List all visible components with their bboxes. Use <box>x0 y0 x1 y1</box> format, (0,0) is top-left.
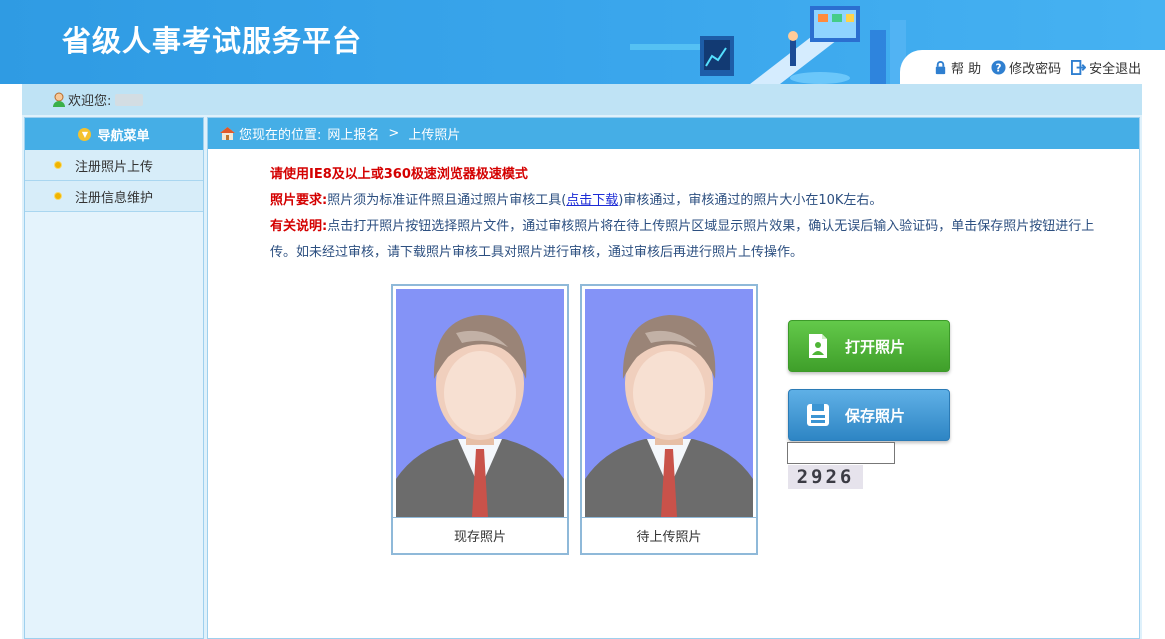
exit-icon <box>1071 59 1087 75</box>
question-icon: ? <box>991 59 1006 75</box>
pending-photo-box: 待上传照片 <box>580 284 758 555</box>
usage-notes: 有关说明:点击打开照片按钮选择照片文件，通过审核照片将在待上传照片区域显示照片效… <box>270 214 1120 266</box>
breadcrumb-separator: > <box>388 126 400 141</box>
sidebar-item-label: 注册信息维护 <box>75 190 154 206</box>
site-title: 省级人事考试服务平台 <box>62 24 363 58</box>
save-disk-icon <box>807 404 829 426</box>
save-photo-button[interactable]: 保存照片 <box>788 389 950 441</box>
breadcrumb-prefix: 您现在的位置: <box>239 128 322 143</box>
chevron-down-icon: ▼ <box>78 127 92 141</box>
bullet-icon <box>55 162 61 168</box>
photo-requirement: 照片要求:照片须为标准证件照且通过照片审核工具(点击下载)审核通过，审核通过的照… <box>270 188 1120 214</box>
breadcrumb-level1[interactable]: 网上报名 <box>327 124 379 143</box>
bullet-icon <box>55 193 61 199</box>
notes-label: 有关说明: <box>270 219 328 234</box>
captcha-code: 2926 <box>796 466 855 488</box>
breadcrumb: 您现在的位置: 网上报名 > 上传照片 <box>208 118 1139 149</box>
instructions: 请使用IE8及以上或360极速浏览器极速模式 照片要求:照片须为标准证件照且通过… <box>270 162 1120 266</box>
lock-icon <box>935 60 946 74</box>
current-photo-box: 现存照片 <box>391 284 569 555</box>
person-placeholder-image <box>396 289 564 517</box>
home-icon <box>220 127 235 140</box>
captcha-input[interactable] <box>787 442 895 464</box>
welcome-bar: 欢迎您: <box>22 84 1142 115</box>
requirement-text-end: )审核通过，审核通过的照片大小在10K左右。 <box>618 193 883 208</box>
sidebar-item-info-maintain[interactable]: 注册信息维护 <box>25 181 203 212</box>
logout-link[interactable]: 安全退出 <box>1071 58 1141 77</box>
sidebar: ▼ 导航菜单 注册照片上传 注册信息维护 <box>24 117 204 639</box>
pending-photo-caption: 待上传照片 <box>582 517 756 553</box>
sidebar-item-photo-upload[interactable]: 注册照片上传 <box>25 150 203 181</box>
main-panel: 您现在的位置: 网上报名 > 上传照片 请使用IE8及以上或360极速浏览器极速… <box>207 117 1140 639</box>
sidebar-title: 导航菜单 <box>97 128 150 144</box>
open-photo-label: 打开照片 <box>845 337 906 356</box>
username-redacted <box>115 93 144 106</box>
svg-text:?: ? <box>996 62 1002 74</box>
person-placeholder-image <box>585 289 753 517</box>
help-link[interactable]: 帮 助 <box>933 58 981 77</box>
page-header: 省级人事考试服务平台 帮 助 ? 修改密码 安全退出 <box>0 0 1165 84</box>
download-tool-link[interactable]: 点击下载 <box>566 193 618 208</box>
breadcrumb-level2: 上传照片 <box>408 128 461 143</box>
browser-warning: 请使用IE8及以上或360极速浏览器极速模式 <box>270 167 528 182</box>
current-photo-caption: 现存照片 <box>393 517 567 553</box>
requirement-label: 照片要求: <box>270 193 328 208</box>
captcha-image[interactable]: 2926 <box>788 465 863 489</box>
help-link-label: 帮 助 <box>951 61 982 77</box>
logout-label: 安全退出 <box>1089 61 1142 77</box>
requirement-text: 照片须为标准证件照且通过照片审核工具( <box>327 193 567 208</box>
user-icon <box>53 92 65 107</box>
sidebar-item-label: 注册照片上传 <box>75 159 154 175</box>
open-photo-button[interactable]: 打开照片 <box>788 320 950 372</box>
current-photo <box>396 289 564 517</box>
sidebar-header: ▼ 导航菜单 <box>25 118 203 150</box>
open-file-icon <box>809 334 827 358</box>
change-password-link[interactable]: ? 修改密码 <box>991 58 1061 77</box>
welcome-label: 欢迎您: <box>68 94 112 109</box>
save-photo-label: 保存照片 <box>845 406 906 425</box>
change-password-label: 修改密码 <box>1009 61 1062 77</box>
top-links: 帮 助 ? 修改密码 安全退出 <box>933 56 1151 78</box>
notes-text: 点击打开照片按钮选择照片文件，通过审核照片将在待上传照片区域显示照片效果，确认无… <box>270 219 1095 260</box>
pending-photo <box>585 289 753 517</box>
header-illustration <box>630 6 906 84</box>
